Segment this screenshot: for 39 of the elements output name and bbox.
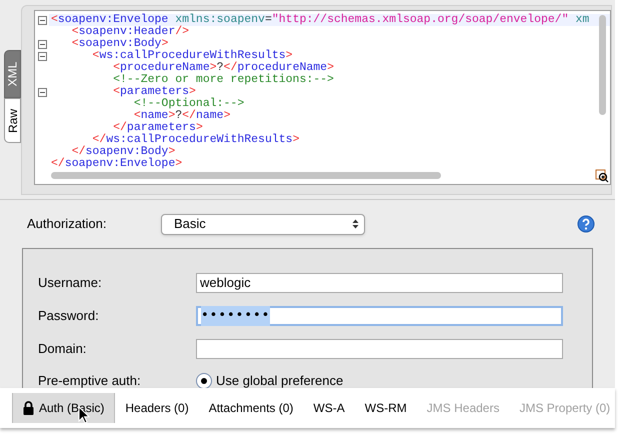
- code-line: <!--Zero or more repetitions:-->: [112, 74, 335, 86]
- field-label: Pre-emptive auth:: [38, 372, 142, 388]
- vertical-scrollbar[interactable]: [599, 15, 606, 115]
- code-line: </soapenv:Body>: [72, 146, 176, 158]
- view-tab[interactable]: Raw: [4, 98, 21, 143]
- code-line: </parameters>: [113, 122, 203, 134]
- lock-icon: [23, 401, 34, 415]
- code-line: <soapenv:Header/>: [70, 26, 190, 38]
- code-line: <!--Optional:-->: [132, 98, 246, 110]
- code-line: <parameters>: [112, 86, 196, 98]
- collapse-icon[interactable]: [38, 52, 46, 60]
- code-line: <procedureName>?</procedureName>: [112, 62, 335, 74]
- field-label: Domain:: [38, 340, 88, 358]
- bottom-tab[interactable]: WS-RM: [354, 393, 417, 423]
- view-tab[interactable]: XML: [4, 50, 21, 98]
- help-icon[interactable]: [577, 215, 595, 233]
- radio-button[interactable]: [196, 373, 212, 388]
- field-label: Password:: [38, 307, 100, 326]
- authorization-dropdown[interactable]: Basic: [161, 214, 365, 234]
- input-field[interactable]: [196, 339, 563, 359]
- bottom-tab[interactable]: WS-A: [303, 393, 355, 423]
- code-line: </ws:callProcedureWithResults>: [92, 134, 300, 146]
- collapse-icon[interactable]: [38, 88, 46, 96]
- field-label: Username:: [38, 274, 103, 292]
- code-line: </soapenv:Envelope>: [50, 158, 184, 170]
- collapse-icon[interactable]: [38, 40, 46, 48]
- horizontal-scrollbar[interactable]: [51, 172, 441, 179]
- zoom-icon[interactable]: [595, 169, 609, 183]
- bottom-tab[interactable]: Attachments (0): [198, 393, 304, 423]
- input-field[interactable]: ••••••••: [196, 306, 563, 326]
- code-line: <ws:callProcedureWithResults>: [91, 50, 293, 62]
- input-field[interactable]: weblogic: [196, 273, 563, 293]
- bottom-tab[interactable]: Headers (0): [115, 393, 199, 423]
- code-line: <soapenv:Body>: [70, 38, 168, 50]
- code-line: <name>?</name>: [132, 110, 232, 122]
- radio-label: Use global preference: [216, 372, 344, 388]
- field-label: Authorization:: [27, 215, 108, 234]
- collapse-icon[interactable]: [38, 16, 46, 24]
- up-down-arrows-icon[interactable]: [352, 219, 359, 229]
